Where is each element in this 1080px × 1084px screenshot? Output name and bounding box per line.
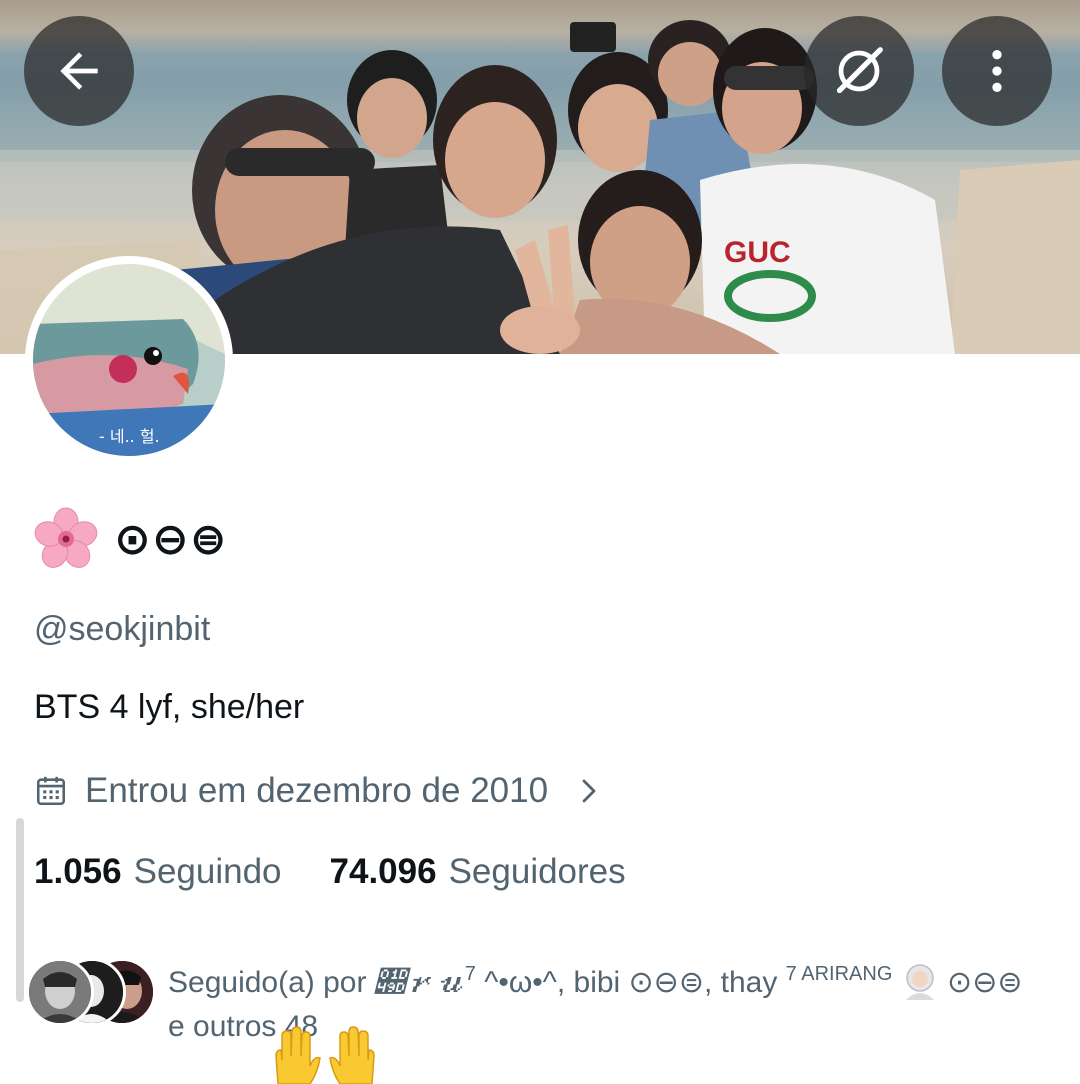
back-button[interactable] [24, 16, 134, 126]
more-vertical-icon [992, 50, 1002, 92]
raising-hands-emoji [275, 1026, 375, 1084]
followers-count: 74.096 [329, 852, 437, 891]
follower-name-1: 𝒝𝓇𝓊 [374, 965, 465, 1000]
following-link[interactable]: 1.056 Seguindo [34, 852, 282, 892]
astronaut-emoji [905, 964, 934, 1000]
profile-avatar[interactable]: - 네.. 헐. [25, 256, 233, 464]
profile-bio: BTS 4 lyf, she/her [34, 688, 305, 726]
display-name: ⊙⊖⊜ [114, 513, 228, 565]
follower-3-badge: 7 ARIRANG [785, 963, 893, 985]
follow-stats: 1.056 Seguindo 74.096 Seguidores [34, 850, 626, 894]
follower-3-tail: ⊙⊖⊜ [938, 966, 1023, 999]
scrollbar-thumb[interactable] [16, 818, 24, 1002]
follower-separator: , bibi ⊙⊖⊜, thay [556, 966, 786, 999]
display-name-row: ⊙⊖⊜ [34, 506, 228, 572]
followed-by-avatars[interactable] [26, 958, 156, 1028]
followers-label: Seguidores [448, 852, 626, 891]
calendar-icon [36, 776, 66, 806]
followed-by-prefix: Seguido(a) por [168, 966, 375, 999]
arrow-left-icon [60, 52, 98, 90]
followers-link[interactable]: 74.096 Seguidores [330, 852, 626, 892]
grok-slash-icon [836, 47, 883, 94]
flower-emoji [34, 507, 98, 568]
follower-1-face: ^•ω•^ [475, 966, 557, 999]
follower-1-badge: 7 [464, 963, 476, 985]
following-count: 1.056 [34, 852, 122, 891]
grok-button[interactable] [804, 16, 914, 126]
joined-date-row[interactable]: Entrou em dezembro de 2010 [34, 768, 604, 814]
avatar-caption: - 네.. 헐. [99, 427, 160, 446]
follower-avatar [26, 958, 94, 1026]
joined-date-text: Entrou em dezembro de 2010 [85, 771, 549, 810]
username-handle: @seokjinbit [34, 610, 211, 648]
avatar-image: - 네.. 헐. [33, 264, 225, 456]
chevron-right-icon [582, 779, 596, 803]
banner-badge: GUC [724, 236, 791, 269]
following-label: Seguindo [133, 852, 282, 891]
more-options-button[interactable] [942, 16, 1052, 126]
